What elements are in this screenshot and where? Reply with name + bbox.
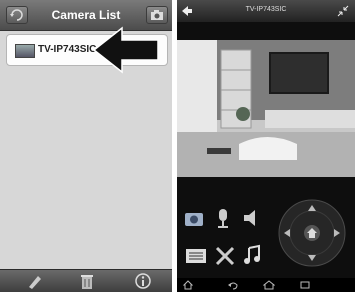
ptz-dpad[interactable] bbox=[278, 199, 346, 267]
camera-thumbnail-icon bbox=[15, 44, 35, 58]
settings-tools-icon[interactable] bbox=[214, 245, 236, 267]
live-view-screen: TV-IP743SIC bbox=[177, 0, 355, 292]
info-icon[interactable] bbox=[134, 273, 152, 289]
home-nav-icon[interactable] bbox=[183, 280, 193, 290]
camera-name: TV-IP743SIC bbox=[38, 44, 97, 55]
camera-title: TV-IP743SIC bbox=[245, 6, 287, 13]
microphone-icon[interactable] bbox=[212, 207, 234, 229]
camera-list-toolbar bbox=[0, 269, 172, 292]
trash-icon[interactable] bbox=[78, 273, 96, 289]
android-nav-bar bbox=[177, 278, 355, 292]
music-icon[interactable] bbox=[241, 244, 263, 266]
fullscreen-icon[interactable] bbox=[337, 5, 349, 17]
camera-list-screen: Camera List TV-IP743SIC bbox=[0, 0, 172, 292]
live-video-view[interactable] bbox=[177, 40, 355, 177]
snapshot-icon[interactable] bbox=[183, 209, 205, 227]
back-nav-icon[interactable] bbox=[227, 280, 239, 290]
pointer-arrow-icon bbox=[92, 26, 159, 74]
list-icon[interactable] bbox=[185, 247, 207, 265]
camera-settings-icon bbox=[151, 10, 163, 20]
speaker-mute-icon[interactable] bbox=[241, 209, 263, 227]
house-nav-icon[interactable] bbox=[263, 280, 275, 290]
camera-settings-button[interactable] bbox=[146, 6, 168, 24]
recent-apps-icon[interactable] bbox=[299, 280, 311, 290]
live-view-header: TV-IP743SIC bbox=[177, 0, 355, 22]
edit-icon[interactable] bbox=[26, 273, 44, 289]
